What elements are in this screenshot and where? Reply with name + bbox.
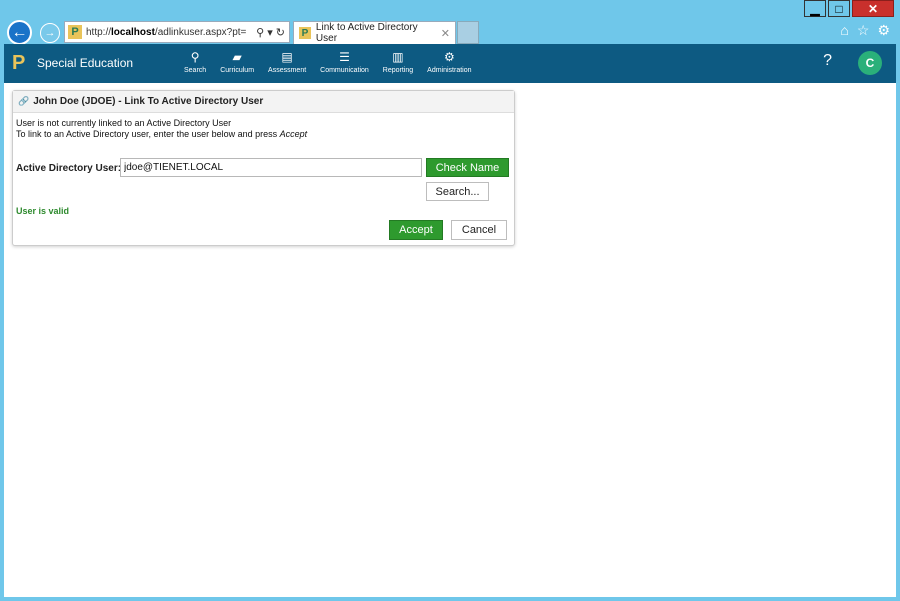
message-icon: ☰ [339, 50, 350, 64]
ad-user-label: Active Directory User: [16, 163, 122, 174]
window-controls: ▁ □ ✕ [804, 0, 894, 17]
ad-user-input[interactable] [120, 158, 422, 177]
tab-title: Link to Active Directory User [315, 22, 418, 44]
app-navbar: P Special Education ⚲ Search ▰ Curriculum … [4, 44, 896, 83]
search-button[interactable]: Search... [426, 182, 489, 201]
link-ad-user-panel: 🔗 John Doe (JDOE) - Link To Active Direc… [12, 90, 515, 246]
nav-communication[interactable]: ☰ Communication [313, 50, 376, 74]
back-arrow-icon: ← [11, 23, 28, 41]
panel-description: User is not currently linked to an Activ… [16, 118, 307, 140]
validation-status: User is valid [16, 206, 70, 216]
instruction-message: To link to an Active Directory user, ent… [16, 129, 308, 139]
book-icon: ▰ [232, 50, 242, 64]
new-tab-button[interactable] [457, 21, 479, 44]
url-text[interactable]: http://localhost/adlinkuser.aspx?pt= [86, 27, 252, 38]
address-tools[interactable]: ⚲ ▾ ↻ [252, 26, 289, 39]
panel-title: John Doe (JDOE) - Link To Active Directo… [33, 96, 264, 107]
home-icon[interactable]: ⌂ [840, 22, 848, 39]
browser-chrome: ← → P http://localhost/adlinkuser.aspx?p… [0, 18, 900, 45]
nav-assessment[interactable]: ▤ Assessment [261, 50, 313, 74]
browser-tools: ⌂ ☆ ⚙ [840, 22, 890, 39]
gear-icon: ⚙ [443, 50, 455, 64]
maximize-button[interactable]: □ [828, 0, 850, 17]
cancel-button[interactable]: Cancel [451, 220, 507, 240]
report-icon: ▥ [392, 50, 404, 64]
app-logo-icon: P [12, 52, 26, 74]
site-favicon-icon: P [68, 25, 82, 39]
forward-button[interactable]: → [40, 23, 60, 43]
nav-label: Administration [427, 67, 472, 74]
search-icon: ⚲ [190, 50, 200, 64]
nav-label: Communication [320, 67, 369, 74]
clipboard-icon: ▤ [281, 50, 293, 64]
help-icon[interactable]: ? [823, 52, 832, 70]
avatar[interactable]: C [858, 51, 882, 75]
favorites-icon[interactable]: ☆ [857, 22, 870, 39]
nav-curriculum[interactable]: ▰ Curriculum [213, 50, 261, 74]
panel-header: 🔗 John Doe (JDOE) - Link To Active Direc… [13, 91, 514, 113]
settings-icon[interactable]: ⚙ [877, 22, 890, 39]
check-name-button[interactable]: Check Name [426, 158, 509, 177]
tab-close-icon[interactable]: ✕ [441, 27, 450, 40]
main-nav: ⚲ Search ▰ Curriculum ▤ Assessment ☰ Communi… [177, 50, 479, 74]
forward-arrow-icon: → [44, 27, 56, 39]
nav-label: Curriculum [220, 67, 255, 74]
status-message: User is not currently linked to an Activ… [16, 118, 232, 128]
nav-label: Assessment [268, 67, 307, 74]
minimize-button[interactable]: ▁ [804, 0, 826, 17]
page-content: 🔗 John Doe (JDOE) - Link To Active Direc… [4, 83, 896, 597]
accept-button[interactable]: Accept [389, 220, 443, 240]
link-icon: 🔗 [18, 96, 30, 106]
browser-tab[interactable]: P Link to Active Directory User ✕ [293, 21, 456, 44]
nav-administration[interactable]: ⚙ Administration [420, 50, 478, 74]
nav-search[interactable]: ⚲ Search [177, 50, 213, 74]
nav-label: Reporting [382, 67, 414, 74]
close-window-button[interactable]: ✕ [852, 0, 894, 17]
address-bar[interactable]: P http://localhost/adlinkuser.aspx?pt= ⚲… [64, 21, 290, 43]
back-button[interactable]: ← [7, 20, 32, 45]
tab-favicon-icon: P [299, 27, 311, 39]
app-name[interactable]: Special Education [37, 56, 133, 70]
nav-reporting[interactable]: ▥ Reporting [376, 50, 420, 74]
nav-label: Search [184, 67, 207, 74]
